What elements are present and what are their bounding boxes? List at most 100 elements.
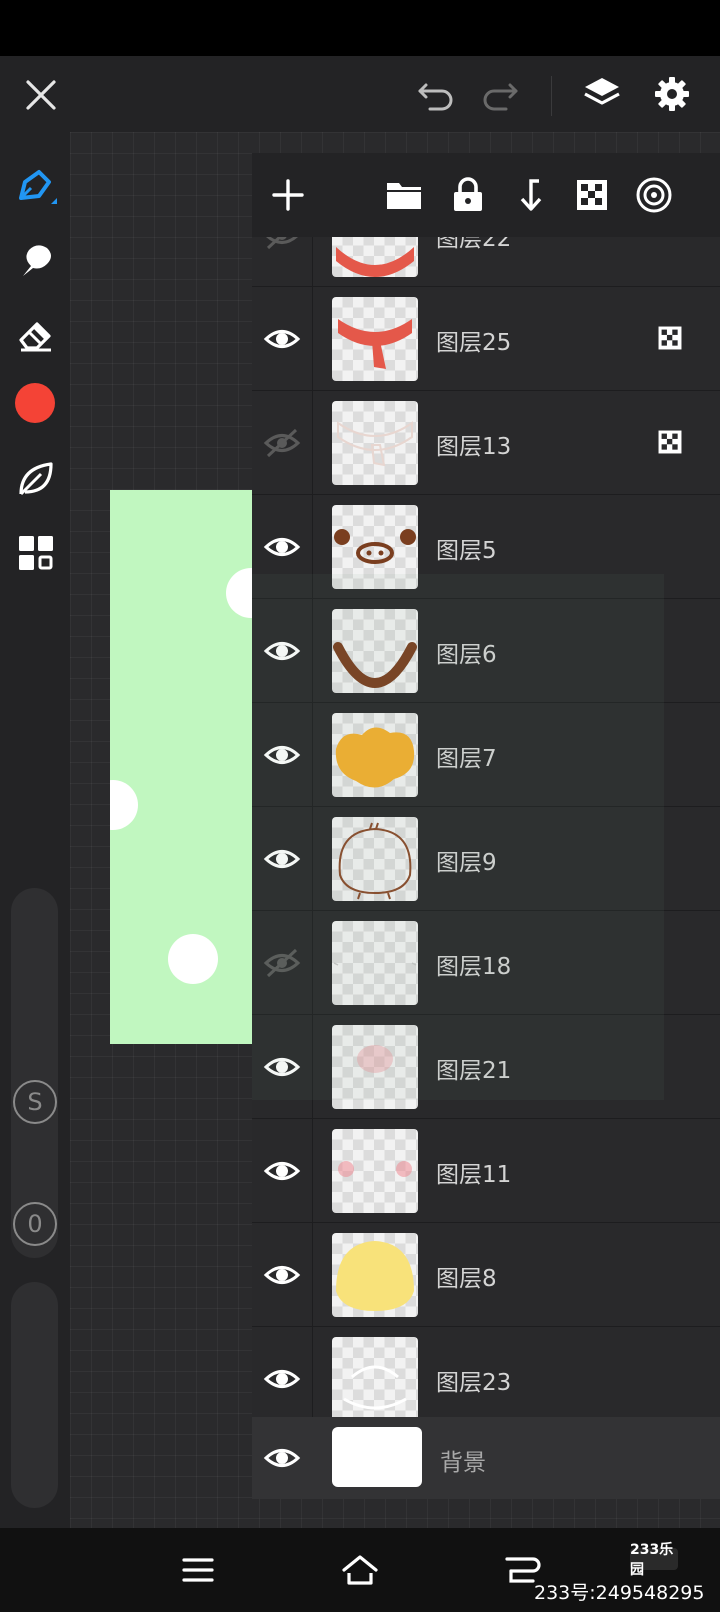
undo-icon[interactable] [414,74,458,116]
layer-row[interactable]: 图层25 [252,287,720,391]
status-bar [0,0,720,56]
close-icon[interactable] [20,74,62,116]
layer-thumbnail [332,609,418,693]
layer-scroll: 图层22 图层25 图层13 图层5 图层6 图层7 图层9 图层18 图层21… [252,237,720,1417]
row-divider [312,703,313,807]
merge-down-icon[interactable] [508,173,552,217]
row-divider [312,1015,313,1119]
row-divider [312,391,313,495]
layer-thumbnail [332,1427,422,1487]
row-divider [312,1327,313,1417]
layer-name: 图层21 [436,1058,512,1084]
add-layer-icon[interactable] [266,173,310,217]
layer-name: 图层8 [436,1266,497,1292]
home-icon[interactable] [338,1548,382,1592]
eye-hidden-icon[interactable] [262,424,302,462]
layer-thumbnail [332,921,418,1005]
layer-row[interactable]: 图层6 [252,599,720,703]
canvas-dot [110,780,138,830]
layer-name: 图层18 [436,954,512,980]
canvas-dot [168,934,218,984]
layer-row[interactable]: 图层23 [252,1327,720,1417]
layer-name: 图层25 [436,330,512,356]
layer-thumbnail [332,817,418,901]
layer-row[interactable]: 图层13 [252,391,720,495]
layer-thumbnail [332,237,418,277]
layers-toolbar [252,153,720,237]
layer-row[interactable]: 图层5 [252,495,720,599]
layer-thumbnail [332,1337,418,1417]
layers-icon[interactable] [578,70,626,118]
row-divider [312,237,313,287]
folder-icon[interactable] [382,173,426,217]
redo-icon[interactable] [478,74,522,116]
layer-name: 背景 [440,1450,486,1476]
row-divider [312,495,313,599]
layer-row[interactable]: 图层22 [252,237,720,287]
clipping-mask-icon[interactable] [570,173,614,217]
toolbar-divider [551,76,552,116]
layer-thumbnail [332,401,418,485]
eye-icon[interactable] [262,736,302,774]
layer-row[interactable]: 图层8 [252,1223,720,1327]
top-toolbar [0,56,720,132]
eye-icon[interactable] [262,528,302,566]
eye-icon[interactable] [262,1360,302,1398]
layer-name: 图层22 [436,237,512,252]
color-swatch[interactable] [15,383,55,423]
layer-list[interactable]: 图层22 图层25 图层13 图层5 图层6 图层7 图层9 图层18 图层21… [252,237,720,1417]
grid-menu-icon[interactable] [10,528,62,578]
eye-icon[interactable] [262,1256,302,1294]
eraser-icon[interactable] [10,308,62,358]
layer-row[interactable]: 图层21 [252,1015,720,1119]
row-divider [312,807,313,911]
layer-name: 图层23 [436,1370,512,1396]
row-divider [312,287,313,391]
tool-rail: S 0 [0,132,70,1528]
watermark-id: 233号:249548295 [534,1582,705,1604]
layer-name: 图层11 [436,1162,512,1188]
layer-row[interactable]: 图层18 [252,911,720,1015]
row-divider [312,1119,313,1223]
eye-hidden-icon[interactable] [262,944,302,982]
layer-row[interactable]: 图层11 [252,1119,720,1223]
layer-name: 图层13 [436,434,512,460]
layer-row[interactable]: 图层9 [252,807,720,911]
eye-icon[interactable] [262,1048,302,1086]
layer-thumbnail [332,1025,418,1109]
gear-icon[interactable] [648,70,696,118]
eye-hidden-icon[interactable] [262,237,302,254]
clipping-mask-icon [657,429,683,455]
layer-row[interactable]: 图层7 [252,703,720,807]
eye-icon[interactable] [262,840,302,878]
brush-size-knob-label: S [27,1088,43,1116]
brush-opacity-knob-label: 0 [27,1210,43,1238]
menu-icon[interactable] [176,1550,220,1590]
leaf-brush-icon[interactable] [10,454,62,504]
layer-thumbnail [332,713,418,797]
brush-opacity-slider[interactable] [11,1282,58,1508]
pen-icon[interactable] [10,162,62,212]
clipping-mask-icon [657,325,683,351]
lock-icon[interactable] [446,173,490,217]
layer-thumbnail [332,297,418,381]
row-divider [312,911,313,1015]
brush-opacity-knob[interactable]: 0 [13,1202,57,1246]
layer-thumbnail [332,505,418,589]
layer-effect-icon[interactable] [632,173,676,217]
eye-icon[interactable] [262,320,302,358]
layer-name: 图层5 [436,538,497,564]
watermark-logo: 233乐园 [630,1542,678,1578]
layer-thumbnail [332,1233,418,1317]
background-layer-row[interactable]: 背景 [252,1417,720,1499]
layer-name: 图层6 [436,642,497,668]
eye-icon[interactable] [262,1152,302,1190]
smudge-icon[interactable] [10,234,62,284]
layer-name: 图层9 [436,850,497,876]
layers-panel: 图层22 图层25 图层13 图层5 图层6 图层7 图层9 图层18 图层21… [252,153,720,1499]
layer-thumbnail [332,1129,418,1213]
eye-icon[interactable] [262,1439,302,1477]
brush-size-knob[interactable]: S [13,1080,57,1124]
eye-icon[interactable] [262,632,302,670]
row-divider [312,1223,313,1327]
